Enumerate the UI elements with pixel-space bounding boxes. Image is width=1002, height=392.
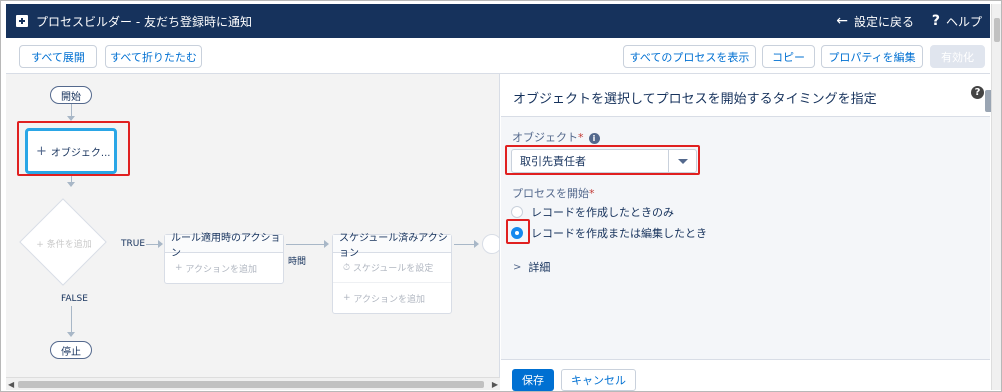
- save-button[interactable]: 保存: [512, 369, 554, 391]
- radio-created-only[interactable]: レコードを作成したときのみ: [511, 204, 674, 220]
- connector-arrow: [67, 332, 75, 337]
- edit-properties-button[interactable]: プロパティを編集: [821, 45, 923, 68]
- page-title: プロセスビルダー - 友だち登録時に通知: [36, 14, 252, 29]
- details-toggle[interactable]: > 詳細: [513, 259, 550, 275]
- start-node: 開始: [50, 86, 92, 104]
- arrow-left-icon: ←: [836, 13, 848, 29]
- cancel-button[interactable]: キャンセル: [561, 369, 636, 391]
- connector-arrow: [474, 240, 479, 248]
- expand-all-button[interactable]: すべて展開: [19, 45, 97, 68]
- connector-arrow: [158, 240, 163, 248]
- scheduled-actions-card: スケジュール済みアクション ⏱ スケジュールを設定 + アクションを追加: [332, 233, 452, 314]
- connector-line: [286, 244, 326, 245]
- page-vertical-scrollbar[interactable]: [991, 4, 1001, 390]
- dropdown-button[interactable]: [668, 150, 696, 172]
- help-icon[interactable]: ?: [971, 86, 984, 99]
- connector-arrow: [324, 240, 329, 248]
- scrollbar-thumb[interactable]: [994, 18, 1000, 42]
- app-header: プロセスビルダー - 友だち登録時に通知 ← 設定に戻る ? ヘルプ: [6, 4, 990, 38]
- object-label: オブジェクト* i: [512, 129, 600, 145]
- add-criteria-label[interactable]: + 条件を追加: [26, 237, 102, 250]
- back-label: 設定に戻る: [853, 14, 914, 29]
- object-select[interactable]: 取引先責任者: [511, 149, 697, 173]
- connector-arrow: [67, 182, 75, 187]
- chevron-down-icon: [677, 158, 688, 164]
- info-icon[interactable]: i: [588, 132, 600, 144]
- scrollbar-thumb[interactable]: [18, 381, 484, 388]
- radio-button-selected[interactable]: [511, 227, 523, 239]
- scheduled-actions-title: スケジュール済みアクション: [333, 233, 451, 259]
- activate-button[interactable]: 有効化: [930, 45, 985, 68]
- stop-node: 停止: [50, 341, 92, 359]
- radio-button[interactable]: [511, 206, 523, 218]
- time-label: 時間: [288, 257, 307, 267]
- object-node-label: オブジェク...: [50, 147, 111, 159]
- true-label: TRUE: [121, 239, 146, 249]
- view-all-processes-button[interactable]: すべてのプロセスを表示: [623, 45, 756, 68]
- process-builder-icon: [16, 15, 28, 27]
- radio-created-or-edited[interactable]: レコードを作成または編集したとき: [511, 225, 707, 241]
- object-node[interactable]: + オブジェク...: [25, 128, 117, 174]
- help-label: ヘルプ: [945, 14, 982, 29]
- panel-title: オブジェクトを選択してプロセスを開始するタイミングを指定: [513, 92, 877, 107]
- chevron-right-icon: >: [513, 261, 522, 273]
- canvas-horizontal-scrollbar[interactable]: ◀ ▶: [6, 377, 500, 390]
- clock-icon: ⏱: [343, 262, 351, 273]
- start-process-label: プロセスを開始*: [512, 187, 595, 200]
- plus-icon: +: [36, 143, 47, 159]
- end-node: [482, 234, 499, 254]
- object-select-value: 取引先責任者: [520, 155, 586, 168]
- connector-line: [71, 306, 72, 334]
- process-canvas: 開始 + オブジェク... + 条件を追加 TRUE ルール適用時のアクション …: [6, 74, 500, 390]
- properties-panel: オブジェクトを選択してプロセスを開始するタイミングを指定 ? オブジェクト* i …: [501, 74, 990, 391]
- panel-footer: 保存 キャンセル: [501, 359, 990, 391]
- immediate-actions-title: ルール適用時のアクション: [165, 233, 283, 259]
- scroll-right-icon[interactable]: ▶: [492, 380, 498, 389]
- collapse-all-button[interactable]: すべて折りたたむ: [105, 45, 202, 68]
- false-label: FALSE: [61, 294, 88, 304]
- connector-line: [454, 244, 476, 245]
- question-icon: ?: [931, 13, 940, 29]
- copy-button[interactable]: コピー: [762, 45, 815, 68]
- help-link[interactable]: ? ヘルプ: [932, 13, 982, 30]
- toolbar: すべて展開 すべて折りたたむ すべてのプロセスを表示 コピー プロパティを編集 …: [6, 38, 990, 74]
- scroll-left-icon[interactable]: ◀: [8, 380, 14, 389]
- add-scheduled-action-row[interactable]: + アクションを追加: [333, 283, 451, 313]
- immediate-actions-card: ルール適用時のアクション + アクションを追加: [164, 233, 284, 284]
- back-to-setup-link[interactable]: ← 設定に戻る: [836, 13, 914, 30]
